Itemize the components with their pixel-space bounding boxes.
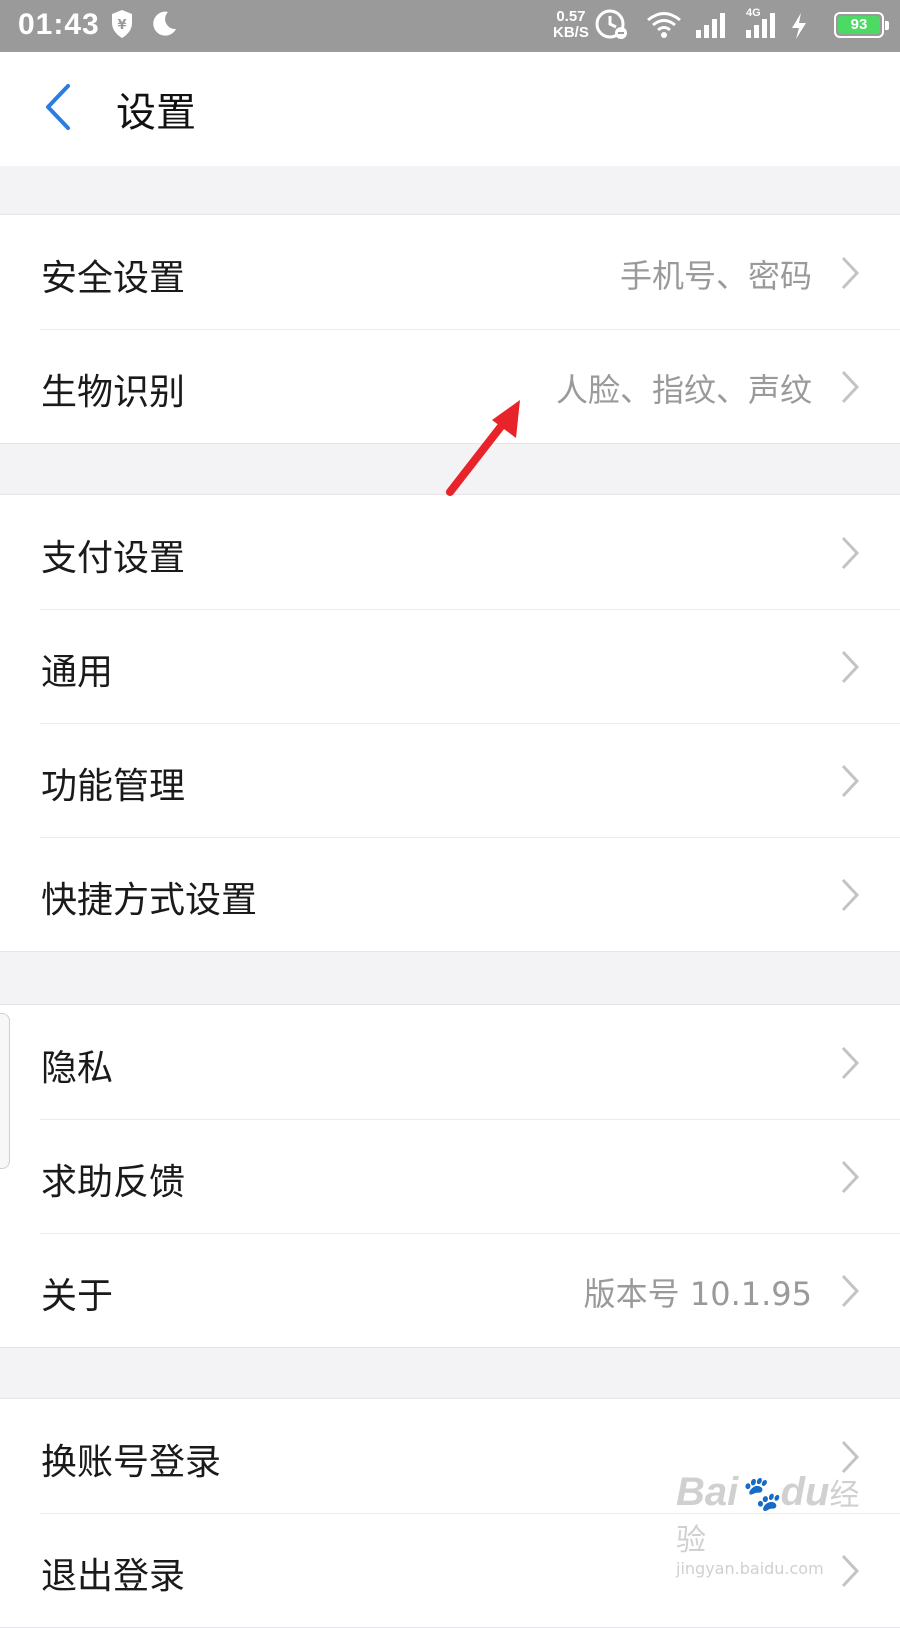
svg-text:¥: ¥ — [117, 18, 126, 33]
chevron-right-icon — [840, 1159, 860, 1199]
settings-item-label: 关于 — [41, 1276, 114, 1317]
watermark-url: jingyan.baidu.com — [676, 1559, 824, 1578]
chevron-right-icon — [840, 763, 860, 803]
alarm-icon — [594, 6, 630, 46]
settings-item-value: 人脸、指纹、声纹 — [555, 371, 812, 409]
settings-item-privacy[interactable]: 隐私 — [0, 1005, 900, 1119]
status-time: 01:43 — [18, 8, 100, 41]
chevron-right-icon — [840, 1273, 860, 1313]
settings-item-label: 隐私 — [41, 1048, 114, 1089]
chevron-right-icon — [840, 877, 860, 917]
settings-item-payment[interactable]: 支付设置 — [0, 495, 900, 609]
settings-item-label: 求助反馈 — [41, 1162, 186, 1203]
speed-unit: KB/S — [553, 24, 589, 41]
paw-icon: 🐾 — [738, 1475, 781, 1513]
charging-icon — [790, 12, 808, 44]
settings-item-label: 通用 — [41, 652, 114, 693]
moon-icon — [150, 9, 178, 43]
signal-4g-icon: 4G — [744, 4, 784, 44]
floating-side-handle[interactable] — [0, 1013, 10, 1169]
baidu-jingyan-watermark: Bai🐾du经验 jingyan.baidu.com — [676, 1470, 886, 1578]
chevron-right-icon — [840, 369, 860, 409]
settings-item-shortcuts[interactable]: 快捷方式设置 — [0, 837, 900, 951]
watermark-logo-suffix: du — [780, 1470, 830, 1514]
vpn-shield-icon: ¥ — [110, 9, 134, 43]
chevron-right-icon — [840, 255, 860, 295]
back-button[interactable] — [40, 82, 76, 136]
settings-item-label: 快捷方式设置 — [41, 880, 258, 921]
chevron-right-icon — [840, 649, 860, 689]
wifi-icon — [646, 10, 682, 44]
settings-group-general: 支付设置 通用 功能管理 快捷方式设置 — [0, 494, 900, 952]
settings-item-label: 生物识别 — [41, 372, 186, 413]
settings-item-about[interactable]: 关于 版本号 10.1.95 — [0, 1233, 900, 1347]
status-bar: 01:43 ¥ 0.57 KB/S 4G 93 — [0, 0, 900, 52]
settings-item-label: 换账号登录 — [41, 1442, 222, 1483]
signal-icon — [694, 10, 728, 44]
settings-item-features[interactable]: 功能管理 — [0, 723, 900, 837]
settings-item-label: 功能管理 — [41, 766, 186, 807]
settings-item-feedback[interactable]: 求助反馈 — [0, 1119, 900, 1233]
annotation-arrow-icon — [440, 392, 540, 506]
speed-value: 0.57 — [556, 8, 586, 25]
battery-icon: 93 — [834, 12, 889, 38]
settings-item-label: 支付设置 — [41, 538, 186, 579]
chevron-right-icon — [840, 1045, 860, 1085]
settings-item-general[interactable]: 通用 — [0, 609, 900, 723]
settings-item-security[interactable]: 安全设置 手机号、密码 — [0, 215, 900, 329]
settings-group-support: 隐私 求助反馈 关于 版本号 10.1.95 — [0, 1004, 900, 1348]
settings-item-label: 安全设置 — [41, 258, 186, 299]
network-speed: 0.57 KB/S — [553, 9, 589, 41]
page-title: 设置 — [116, 90, 196, 136]
chevron-right-icon — [840, 535, 860, 575]
settings-item-value: 版本号 10.1.95 — [583, 1275, 812, 1313]
settings-item-value: 手机号、密码 — [619, 257, 812, 295]
network-type-label: 4G — [746, 7, 761, 19]
watermark-logo: Bai — [676, 1470, 739, 1514]
settings-item-label: 退出登录 — [41, 1556, 186, 1597]
battery-level: 93 — [838, 16, 880, 34]
